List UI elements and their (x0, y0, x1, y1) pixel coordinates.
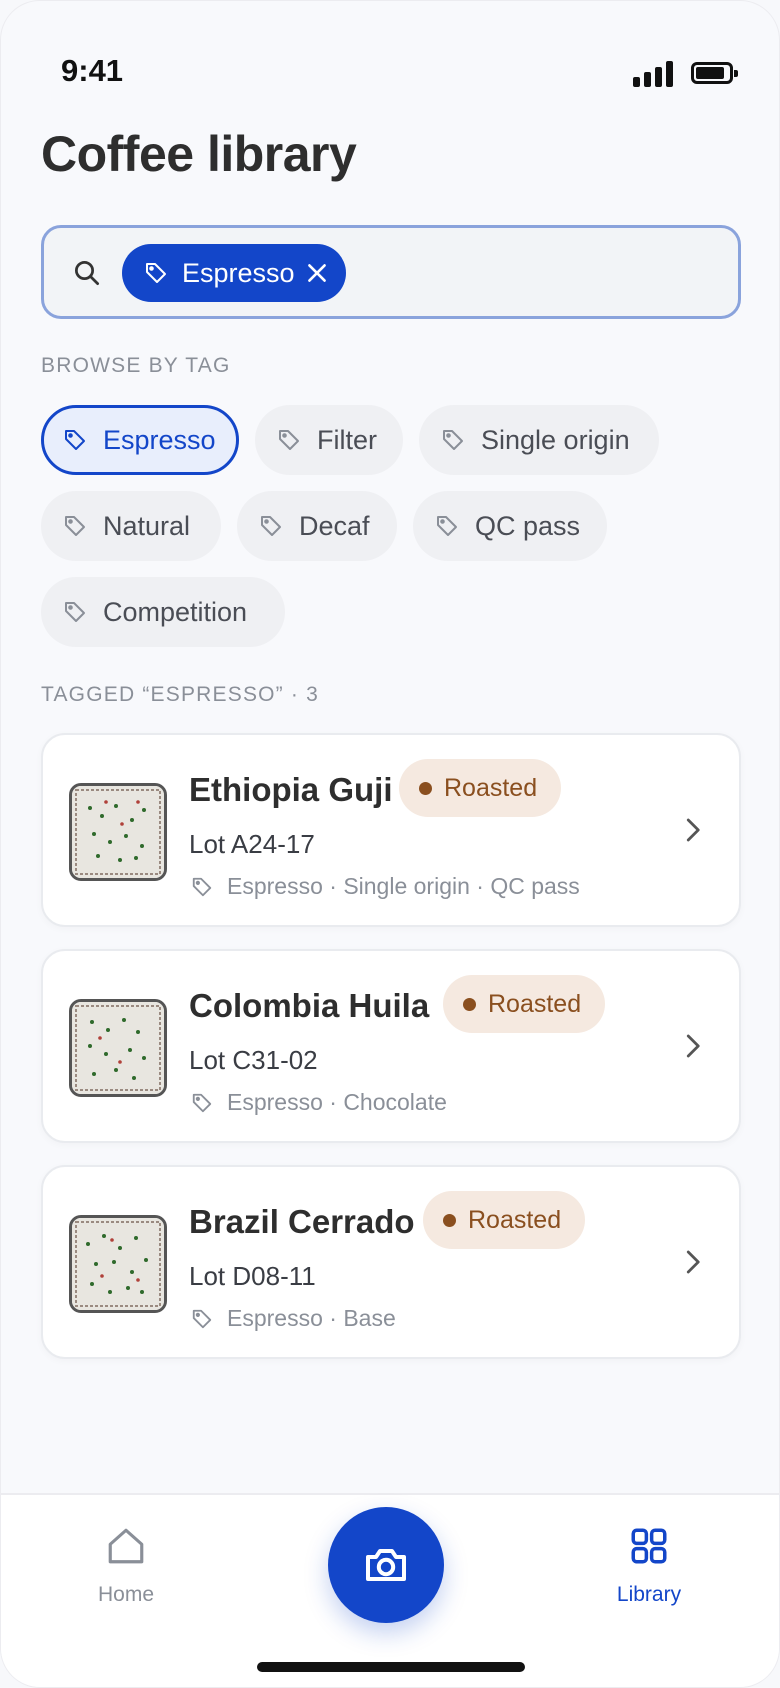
status-dot (443, 1213, 456, 1227)
tag-filter[interactable]: Filter (255, 405, 403, 475)
bean-sample-image (72, 1218, 164, 1310)
bean-sample-image (72, 786, 164, 878)
battery-icon (691, 62, 738, 84)
tag-icon (279, 430, 299, 450)
status-time: 9:41 (61, 53, 124, 88)
tag-natural[interactable]: Natural (41, 491, 221, 561)
camera-button[interactable] (328, 1507, 444, 1623)
status-badge: Roasted (399, 759, 562, 817)
coffee-card[interactable]: Brazil Cerrado Roasted Lot D08-11 Espres… (41, 1165, 741, 1359)
tag-icon (65, 430, 85, 450)
tag-icon (437, 516, 457, 536)
camera-icon (366, 1549, 406, 1581)
status-dot (419, 781, 432, 795)
chevron-right-icon (686, 1034, 700, 1058)
tag-qc-pass[interactable]: QC pass (413, 491, 607, 561)
tag-label: Decaf (299, 510, 370, 541)
tag-icon (192, 1093, 212, 1112)
tag-icon (192, 1309, 212, 1328)
nav-home[interactable]: Home (61, 1525, 191, 1607)
tag-icon (443, 430, 463, 450)
search-chip-label: Espresso (182, 257, 295, 288)
search-chip-espresso[interactable]: Espresso (122, 244, 346, 302)
status-badge: Roasted (443, 975, 606, 1033)
signal-icon (633, 59, 673, 87)
tag-espresso[interactable]: Espresso (41, 405, 239, 475)
close-icon[interactable] (304, 260, 330, 286)
tag-icon (261, 516, 281, 536)
nav-library-label: Library (616, 1583, 682, 1606)
coffee-name: Ethiopia Guji (189, 771, 393, 808)
home-icon (108, 1528, 144, 1564)
status-dot (463, 997, 476, 1011)
coffee-tags-label: Espresso · Chocolate (227, 1089, 447, 1115)
search-field[interactable]: Espresso (41, 225, 741, 319)
nav-library[interactable]: Library (584, 1525, 714, 1607)
tag-icon (65, 516, 85, 536)
tag-label: QC pass (475, 510, 581, 541)
coffee-card[interactable]: Ethiopia Guji Roasted Lot A24-17 Espress… (41, 733, 741, 927)
coffee-tags: Espresso · Single origin · QC pass (191, 873, 580, 900)
nav-home-label: Home (97, 1583, 155, 1606)
bean-sample-image (72, 1002, 164, 1094)
status-label: Roasted (488, 989, 582, 1018)
page-title: Coffee library (41, 126, 357, 182)
coffee-tags: Espresso · Base (191, 1305, 396, 1332)
browse-by-tag-label: BROWSE BY TAG (41, 354, 231, 377)
tag-label: Single origin (481, 424, 630, 455)
coffee-card[interactable]: Colombia Huila Roasted Lot C31-02 Espres… (41, 949, 741, 1143)
search-icon (75, 261, 99, 285)
tag-icon (146, 263, 166, 283)
status-icons (633, 59, 738, 87)
tag-label: Espresso (103, 424, 216, 455)
chevron-right-icon (686, 1250, 700, 1274)
tag-decaf[interactable]: Decaf (237, 491, 397, 561)
coffee-lot: Lot D08-11 (189, 1261, 316, 1291)
home-indicator (257, 1662, 525, 1672)
coffee-tags: Espresso · Chocolate (191, 1089, 447, 1116)
tag-competition[interactable]: Competition (41, 577, 285, 647)
tag-label: Filter (317, 424, 377, 455)
tag-label: Natural (103, 510, 191, 541)
coffee-lot: Lot A24-17 (189, 829, 315, 859)
status-label: Roasted (444, 773, 538, 802)
results-label: TAGGED “ESPRESSO” · 3 (41, 683, 320, 706)
coffee-thumbnail (69, 999, 167, 1097)
coffee-lot: Lot C31-02 (189, 1045, 318, 1075)
grid-icon (631, 1528, 667, 1564)
coffee-name: Colombia Huila (189, 987, 430, 1024)
tag-label: Competition (103, 596, 248, 627)
coffee-thumbnail (69, 783, 167, 881)
chevron-right-icon (686, 818, 700, 842)
coffee-tags-label: Espresso · Single origin · QC pass (227, 873, 580, 899)
status-badge: Roasted (423, 1191, 586, 1249)
coffee-thumbnail (69, 1215, 167, 1313)
tag-single-origin[interactable]: Single origin (419, 405, 659, 475)
tag-icon (192, 877, 212, 896)
coffee-tags-label: Espresso · Base (227, 1305, 396, 1331)
coffee-name: Brazil Cerrado (189, 1203, 415, 1240)
app-screen: 9:41 Coffee library Espresso BROWSE BY T… (0, 0, 780, 1688)
status-label: Roasted (468, 1205, 562, 1234)
tag-icon (65, 602, 85, 622)
